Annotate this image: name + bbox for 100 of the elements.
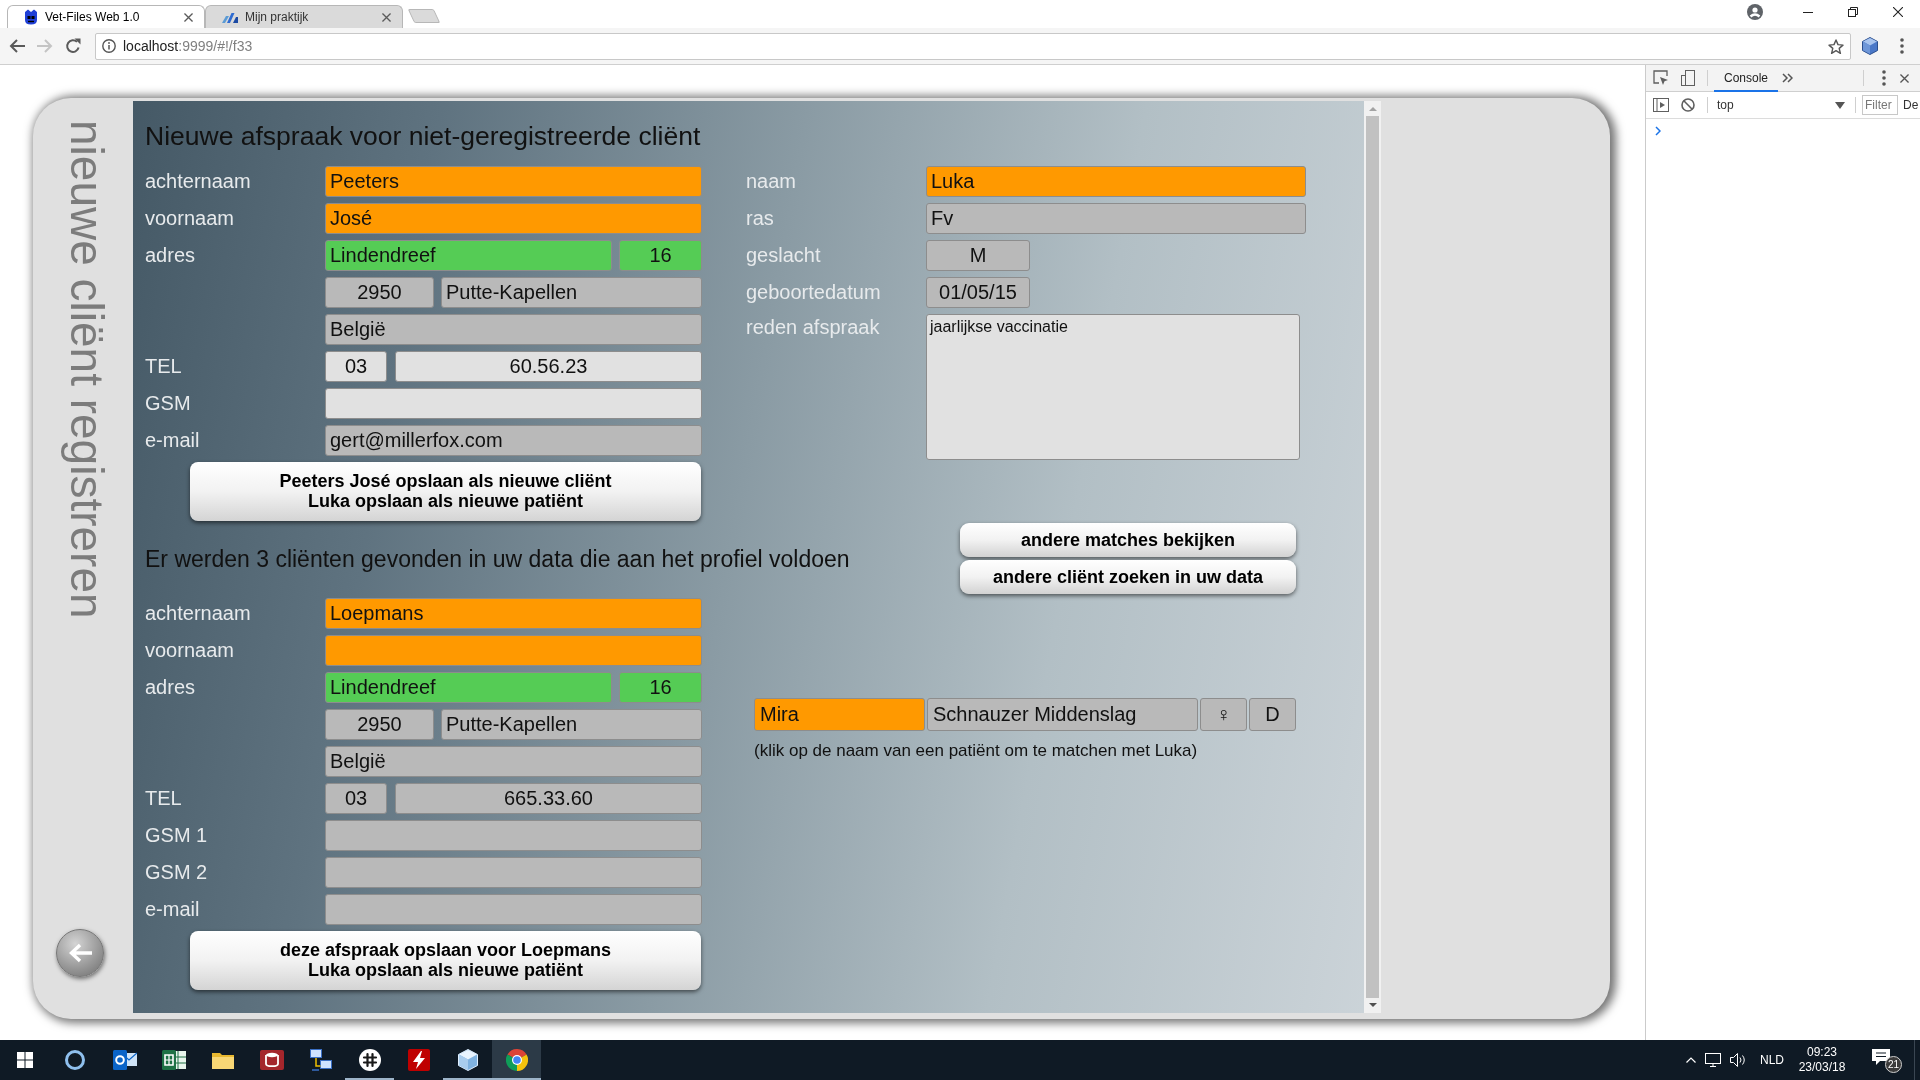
ring-icon[interactable]: [65, 1050, 85, 1070]
address-field[interactable]: localhost:9999/#!/f33: [95, 32, 1851, 60]
info-icon[interactable]: [102, 39, 116, 53]
scrollbar-thumb[interactable]: [1366, 116, 1379, 998]
close-icon[interactable]: [1892, 7, 1903, 17]
field-label: e-mail: [145, 429, 200, 451]
bolt-tile-icon[interactable]: [407, 1049, 430, 1071]
text-field[interactable]: 2950: [325, 709, 434, 740]
folder-icon[interactable]: [211, 1051, 234, 1069]
chevron-up-icon[interactable]: [1686, 1057, 1696, 1063]
levels-dropdown[interactable]: De: [1903, 98, 1919, 112]
double-chevron-icon[interactable]: [1782, 73, 1794, 83]
browser-tab[interactable]: Vet-Files Web 1.0: [7, 5, 205, 28]
start-icon[interactable]: [17, 1052, 33, 1068]
save-button[interactable]: Peeters José opslaan als nieuwe cliënt Luka opslaan als nieuwe patiënt: [190, 462, 701, 521]
text-field[interactable]: Putte-Kapellen: [441, 709, 702, 740]
text-field[interactable]: 03: [325, 783, 387, 814]
text-field[interactable]: Luka: [926, 166, 1306, 197]
text-field[interactable]: [325, 894, 702, 925]
sidebar-icon[interactable]: [1653, 98, 1669, 112]
text-field[interactable]: 16: [619, 240, 702, 271]
action-button[interactable]: andere matches bekijken: [960, 523, 1296, 557]
text-field[interactable]: gert@millerfox.com: [325, 425, 702, 456]
text-field[interactable]: 16: [619, 672, 702, 703]
text-field[interactable]: 01/05/15: [926, 277, 1030, 308]
database-icon[interactable]: [259, 1049, 284, 1071]
arrow-left-icon[interactable]: [9, 39, 25, 53]
segmented-circle-icon[interactable]: [505, 1049, 528, 1071]
inspect-icon[interactable]: [1653, 70, 1669, 86]
text-field[interactable]: [325, 635, 702, 666]
text-field[interactable]: Loepmans: [325, 598, 702, 629]
bars-icon: [222, 11, 238, 23]
mail-tile-icon[interactable]: [112, 1049, 137, 1071]
close-icon[interactable]: [1900, 73, 1909, 83]
text-field[interactable]: [325, 388, 702, 419]
text-field[interactable]: [325, 820, 702, 851]
field-label: adres: [145, 244, 196, 266]
save-button[interactable]: deze afspraak opslaan voor Loepmans Luka opslaan als nieuwe patiënt: [190, 931, 701, 990]
menu-icon[interactable]: [1900, 38, 1904, 54]
language-button[interactable]: NLD: [1760, 1053, 1784, 1067]
caret-icon: [1835, 101, 1845, 109]
text-field[interactable]: M: [926, 240, 1030, 271]
cube-icon[interactable]: [1862, 37, 1878, 55]
taskbar-button[interactable]: [492, 1040, 541, 1080]
scroll-down-icon[interactable]: [1368, 1003, 1377, 1007]
clock-button[interactable]: 09:23 23/03/18: [1792, 1045, 1852, 1075]
browser-tab[interactable]: Mijn praktijk: [205, 5, 403, 28]
field-label: voornaam: [145, 639, 234, 661]
network-icon[interactable]: [309, 1049, 332, 1071]
field-label: GSM: [145, 392, 191, 414]
hash-icon[interactable]: [358, 1049, 381, 1071]
menu-icon[interactable]: [1882, 70, 1886, 86]
text-field[interactable]: 03: [325, 351, 387, 382]
clear-icon[interactable]: [1681, 98, 1695, 112]
section-heading: Er werden 3 cliënten gevonden in uw data die aan het profiel voldoen: [145, 544, 851, 573]
filter-field[interactable]: Filter: [1862, 95, 1898, 115]
text-field[interactable]: 60.56.23: [395, 351, 702, 382]
reload-icon[interactable]: [65, 38, 81, 54]
prompt-icon[interactable]: [1655, 126, 1661, 136]
text-field[interactable]: Fv: [926, 203, 1306, 234]
figure-icon: [24, 9, 38, 25]
hint-text: (klik op de naam van een patiënt om te matchen met Luka): [754, 741, 1199, 761]
text-field[interactable]: Putte-Kapellen: [441, 277, 702, 308]
speaker-icon[interactable]: [1730, 1053, 1746, 1067]
minimize-icon[interactable]: [1802, 11, 1813, 13]
patient-field: Schnauzer Middenslag: [927, 698, 1198, 731]
count-badge: 21: [1885, 1056, 1902, 1073]
text-area[interactable]: jaarlijkse vaccinatie: [926, 314, 1300, 460]
field-label: GSM 1: [145, 824, 208, 846]
close-icon[interactable]: [184, 12, 193, 22]
speech-bubble-icon[interactable]: [1872, 1049, 1890, 1065]
text-field[interactable]: José: [325, 203, 702, 234]
arrow-left-icon: [68, 943, 92, 963]
text-field[interactable]: Lindendreef: [325, 240, 612, 271]
person-icon[interactable]: [1747, 4, 1763, 20]
spreadsheet-icon[interactable]: [161, 1049, 186, 1071]
text-field[interactable]: 665.33.60: [395, 783, 702, 814]
patient-field[interactable]: Mira: [754, 698, 925, 731]
patient-field: ♀: [1200, 698, 1247, 731]
back-button[interactable]: [56, 929, 104, 977]
field-label: adres: [145, 676, 196, 698]
field-label: reden afspraak: [746, 316, 880, 339]
action-button[interactable]: andere cliënt zoeken in uw data: [960, 560, 1296, 594]
context-dropdown[interactable]: top: [1714, 95, 1850, 115]
field-label: ras: [746, 207, 774, 229]
text-field[interactable]: 2950: [325, 277, 434, 308]
text-field[interactable]: België: [325, 746, 702, 777]
field-label: e-mail: [145, 898, 200, 920]
restore-icon[interactable]: [1847, 7, 1858, 17]
text-field[interactable]: [325, 857, 702, 888]
field-label: TEL: [145, 787, 182, 809]
monitor-icon[interactable]: [1705, 1053, 1721, 1067]
star-icon[interactable]: [1828, 38, 1844, 54]
text-field[interactable]: Peeters: [325, 166, 702, 197]
device-icon[interactable]: [1681, 70, 1695, 86]
text-field[interactable]: Lindendreef: [325, 672, 612, 703]
text-field[interactable]: België: [325, 314, 702, 345]
form-heading: Nieuwe afspraak voor niet-geregistreerde cliënt: [145, 120, 701, 152]
patient-field: D: [1249, 698, 1296, 731]
scrollbar[interactable]: [1364, 101, 1381, 1013]
